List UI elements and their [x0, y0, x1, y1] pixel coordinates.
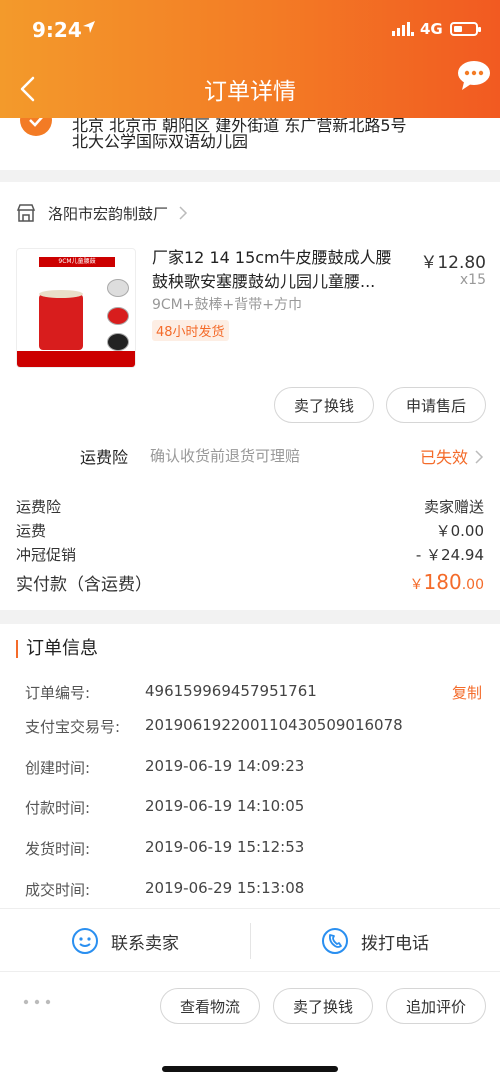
insurance-description: 确认收货前退货可理赔 — [150, 447, 301, 465]
accessory-image — [107, 279, 129, 297]
fee-row: 运费险 卖家赠送 — [16, 496, 484, 517]
accessory-image — [107, 333, 129, 351]
shipping-insurance-row[interactable]: 运费险 确认收货前退货可理赔 已失效 — [0, 434, 500, 474]
fee-label: 冲冠促销 — [16, 546, 77, 564]
more-dots-icon[interactable] — [22, 998, 52, 1006]
add-review-button[interactable]: 追加评价 — [386, 988, 486, 1024]
chevron-right-icon — [179, 206, 188, 220]
info-label: 成交时间: — [25, 881, 91, 899]
phone-icon — [322, 928, 348, 954]
order-info-title: 订单信息 — [16, 640, 98, 658]
fee-label: 运费险 — [16, 498, 62, 516]
contact-seller-label: 联系卖家 — [111, 933, 179, 954]
call-phone-label: 拨打电话 — [361, 933, 429, 954]
product-price: ￥12.80 — [420, 253, 486, 273]
total-amount: ￥180.00 — [410, 570, 484, 594]
info-value: 2019-06-19 14:10:05 — [145, 797, 305, 815]
contact-bar: 联系卖家 拨打电话 — [0, 908, 500, 972]
shop-name: 洛阳市宏韵制鼓厂 — [48, 204, 169, 223]
thumbnail-label: 9CM儿童腰鼓 — [39, 257, 115, 267]
fee-row: 冲冠促销 - ￥24.94 — [16, 544, 484, 565]
home-indicator — [162, 1066, 338, 1072]
header-bar: 9:24 4G 订单详情 — [0, 0, 500, 118]
info-value: 2019-06-29 15:13:08 — [145, 879, 305, 897]
product-thumbnail[interactable]: 9CM儿童腰鼓 — [16, 248, 136, 368]
network-type: 4G — [420, 20, 443, 38]
sell-button[interactable]: 卖了换钱 — [274, 387, 374, 423]
product-title[interactable]: 厂家12 14 15cm牛皮腰鼓成人腰 鼓秧歌安塞腰鼓幼儿园儿童腰... — [152, 246, 404, 294]
battery-icon — [450, 22, 481, 36]
copy-order-number-link[interactable]: 复制 — [452, 682, 482, 703]
total-row: 实付款（含运费） ￥180.00 — [16, 570, 484, 595]
fee-label: 运费 — [16, 522, 47, 540]
chevron-right-icon — [475, 450, 484, 464]
info-label: 付款时间: — [25, 799, 91, 817]
contact-seller-button[interactable]: 联系卖家 — [0, 909, 250, 973]
signal-icon — [392, 22, 414, 36]
info-label: 创建时间: — [25, 759, 91, 777]
order-item-card: 洛阳市宏韵制鼓厂 9CM儿童腰鼓 厂家12 14 15cm牛皮腰鼓成人腰 鼓秧歌… — [0, 182, 500, 610]
fee-value: ￥0.00 — [435, 522, 484, 540]
address-card[interactable]: 北京 北京市 朝阳区 建外街道 东广营新北路5号 北大公学国际双语幼儿园 — [0, 110, 500, 170]
after-sale-button[interactable]: 申请售后 — [386, 387, 486, 423]
shipping-tag: 48小时发货 — [152, 320, 229, 341]
call-phone-button[interactable]: 拨打电话 — [250, 909, 500, 973]
info-label: 支付宝交易号: — [25, 718, 121, 736]
fee-row: 运费 ￥0.00 — [16, 520, 484, 541]
product-title-line: 厂家12 14 15cm牛皮腰鼓成人腰 — [152, 248, 392, 267]
page-title: 订单详情 — [204, 79, 296, 105]
thumbnail-footer — [17, 351, 135, 367]
total-integer: 180 — [423, 570, 462, 594]
total-label: 实付款（含运费） — [16, 575, 152, 595]
info-value: 496159969457951761 — [145, 682, 317, 700]
status-time: 9:24 — [32, 18, 82, 42]
product-spec: 9CM+鼓棒+背带+方巾 — [152, 297, 302, 313]
sell-button[interactable]: 卖了换钱 — [273, 988, 373, 1024]
info-value: 2019-06-19 15:12:53 — [145, 838, 305, 856]
accessory-image — [107, 307, 129, 325]
address-line-2: 北大公学国际双语幼儿园 — [72, 132, 249, 151]
drum-image — [39, 290, 83, 350]
store-icon — [16, 204, 36, 222]
fee-value: 卖家赠送 — [423, 498, 484, 516]
product-quantity: x15 — [459, 272, 486, 288]
info-value: 2019061922001104305090160​78 — [145, 716, 403, 734]
insurance-status: 已失效 — [419, 448, 468, 467]
info-value: 2019-06-19 14:09:23 — [145, 757, 305, 775]
message-bubble-icon[interactable] — [456, 58, 492, 94]
product-title-line: 鼓秧歌安塞腰鼓幼儿园儿童腰... — [152, 272, 376, 291]
total-decimal: .00 — [461, 577, 484, 593]
total-currency: ￥ — [409, 577, 424, 593]
info-label: 发货时间: — [25, 840, 91, 858]
shop-header[interactable]: 洛阳市宏韵制鼓厂 — [16, 202, 188, 224]
fee-value: - ￥24.94 — [415, 546, 484, 564]
info-label: 订单编号: — [25, 684, 91, 702]
location-arrow-icon — [83, 21, 95, 33]
insurance-label: 运费险 — [80, 448, 129, 467]
bottom-action-bar: 查看物流 卖了换钱 追加评价 — [0, 972, 500, 1082]
chat-face-icon — [72, 928, 98, 954]
order-info-card: 订单信息 订单编号: 496159969457951761 复制 支付宝交易号:… — [0, 624, 500, 908]
status-bar: 9:24 4G — [0, 14, 500, 46]
view-logistics-button[interactable]: 查看物流 — [160, 988, 260, 1024]
